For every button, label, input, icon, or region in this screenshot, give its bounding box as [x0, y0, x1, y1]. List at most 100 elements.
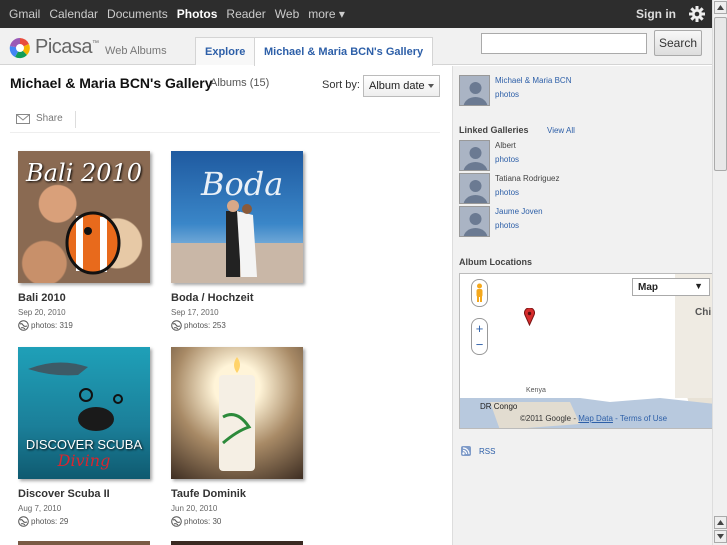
topbar-link-more[interactable]: more ▾	[308, 7, 345, 21]
sign-in-link[interactable]: Sign in	[636, 7, 676, 21]
album-photo-count: photos: 30	[184, 517, 222, 526]
share-button[interactable]: Share	[16, 113, 63, 124]
map-data-link[interactable]: Map Data	[578, 414, 613, 423]
globe-icon	[171, 516, 182, 527]
topbar-link-documents[interactable]: Documents	[107, 7, 168, 21]
album-cover-bali[interactable]: Bali 2010	[18, 151, 150, 283]
album-card[interactable]: Boda Boda / Hochzeit Sep 17, 2010 photos…	[171, 151, 311, 331]
picasa-logo[interactable]: Picasa ™ Web Albums	[9, 36, 167, 59]
globe-icon	[171, 320, 182, 331]
linked-gallery-item[interactable]: Tatiana Rodriguez photos	[459, 173, 559, 204]
linked-gallery-photos-link[interactable]: photos	[495, 188, 559, 197]
map-type-select[interactable]: Map ▼	[632, 278, 710, 296]
album-cover-scuba[interactable]: DISCOVER SCUBA Diving	[18, 347, 150, 479]
album-cover-partial[interactable]	[18, 541, 150, 545]
album-cover-boda[interactable]: Boda	[171, 151, 303, 283]
linked-gallery-name[interactable]: Jaume Joven	[495, 207, 543, 216]
share-divider	[75, 111, 76, 128]
owner-profile[interactable]: Michael & Maria BCN photos	[459, 75, 571, 106]
picasa-wordmark: Picasa	[35, 36, 93, 58]
scroll-up-arrow[interactable]	[714, 1, 727, 14]
album-date: Sep 20, 2010	[18, 308, 66, 317]
pegman-control[interactable]	[471, 279, 488, 307]
candle-image	[219, 357, 255, 471]
picasa-pinwheel-icon	[9, 37, 30, 58]
map-marker-icon[interactable]	[524, 307, 535, 329]
album-cover-partial[interactable]	[171, 541, 303, 545]
album-meta: photos: 30	[171, 516, 311, 527]
album-meta: photos: 253	[171, 320, 311, 331]
album-name[interactable]: Boda / Hochzeit	[171, 292, 311, 304]
gear-icon[interactable]	[688, 5, 706, 23]
map-region-label: Chi	[695, 307, 712, 318]
topbar-link-gmail[interactable]: Gmail	[9, 7, 40, 21]
scroll-down-arrow[interactable]	[714, 530, 727, 543]
album-meta: photos: 319	[18, 320, 158, 331]
chevron-down-icon	[428, 84, 434, 88]
zoom-out-button[interactable]: −	[472, 337, 487, 352]
linked-gallery-name[interactable]: Tatiana Rodriguez	[495, 174, 559, 183]
avatar[interactable]	[459, 140, 490, 171]
album-date: Aug 7, 2010	[18, 504, 62, 513]
toolbar-divider	[10, 132, 440, 133]
owner-photos-link[interactable]: photos	[495, 90, 571, 99]
tab-gallery[interactable]: Michael & Maria BCN's Gallery	[254, 37, 434, 66]
globe-icon	[18, 516, 29, 527]
web-albums-label: Web Albums	[105, 44, 167, 57]
trademark-mark: ™	[92, 40, 100, 47]
zoom-control: + −	[471, 318, 488, 355]
album-locations-title: Album Locations	[459, 257, 533, 267]
topbar-link-reader[interactable]: Reader	[226, 7, 265, 21]
album-cover-taufe[interactable]	[171, 347, 303, 479]
globe-icon	[18, 320, 29, 331]
rss-link[interactable]: RSS	[461, 446, 495, 456]
topbar-link-calendar[interactable]: Calendar	[49, 7, 98, 21]
linked-gallery-item[interactable]: Albert photos	[459, 140, 519, 171]
album-cover-caption: Boda	[201, 165, 284, 203]
scrollbar[interactable]	[712, 0, 727, 545]
album-cover-caption: Bali 2010	[26, 159, 143, 187]
scroll-thumb[interactable]	[714, 17, 727, 171]
view-all-link[interactable]: View All	[547, 126, 575, 135]
map-region-label-2: Kenya	[526, 387, 546, 394]
album-card[interactable]: DISCOVER SCUBA Diving Discover Scuba II …	[18, 347, 158, 527]
album-card[interactable]: Bali 2010 Bali 2010 Sep 20, 2010 photos:…	[18, 151, 158, 331]
album-name[interactable]: Taufe Dominik	[171, 488, 311, 500]
album-cover-caption-2: Diving	[57, 451, 111, 470]
avatar[interactable]	[459, 173, 490, 204]
album-name[interactable]: Bali 2010	[18, 292, 158, 304]
album-locations-map[interactable]: Chi Kenya + − Map ▼ DR Congo ©2011 Googl…	[459, 273, 714, 429]
album-photo-count: photos: 319	[31, 321, 73, 330]
album-card[interactable]: Taufe Dominik Jun 20, 2010 photos: 30	[171, 347, 311, 527]
avatar[interactable]	[459, 75, 490, 106]
tab-explore[interactable]: Explore	[195, 37, 256, 65]
topbar-link-web[interactable]: Web	[275, 7, 299, 21]
google-topbar: Gmail Calendar Documents Photos Reader W…	[0, 0, 712, 28]
share-label: Share	[36, 113, 63, 124]
search-button[interactable]: Search	[654, 30, 702, 56]
sidebar: Michael & Maria BCN photos Linked Galler…	[452, 66, 714, 545]
linked-gallery-name[interactable]: Albert	[495, 141, 519, 150]
page-title: Michael & Maria BCN's Gallery	[10, 75, 213, 91]
sort-label: Sort by:	[322, 79, 360, 91]
scroll-up-arrow-bottom[interactable]	[714, 516, 727, 529]
avatar[interactable]	[459, 206, 490, 237]
map-attribution: ©2011 Google - Map Data - Terms of Use	[520, 414, 667, 423]
rss-label: RSS	[479, 446, 496, 456]
owner-name[interactable]: Michael & Maria BCN	[495, 76, 571, 85]
main-content: Michael & Maria BCN's Gallery Albums (15…	[0, 66, 452, 545]
envelope-icon	[16, 113, 30, 124]
terms-of-use-link[interactable]: - Terms of Use	[615, 414, 667, 423]
album-photo-count: photos: 29	[31, 517, 69, 526]
album-photo-count: photos: 253	[184, 321, 226, 330]
album-name[interactable]: Discover Scuba II	[18, 488, 158, 500]
map-type-label: Map	[638, 281, 658, 293]
search-input[interactable]	[481, 33, 647, 54]
topbar-link-photos[interactable]: Photos	[177, 7, 218, 21]
linked-gallery-item[interactable]: Jaume Joven photos	[459, 206, 543, 237]
sort-select[interactable]: Album date	[363, 75, 440, 97]
linked-gallery-photos-link[interactable]: photos	[495, 155, 519, 164]
map-copyright: ©2011 Google -	[520, 414, 577, 423]
linked-gallery-photos-link[interactable]: photos	[495, 221, 543, 230]
zoom-in-button[interactable]: +	[472, 321, 487, 336]
